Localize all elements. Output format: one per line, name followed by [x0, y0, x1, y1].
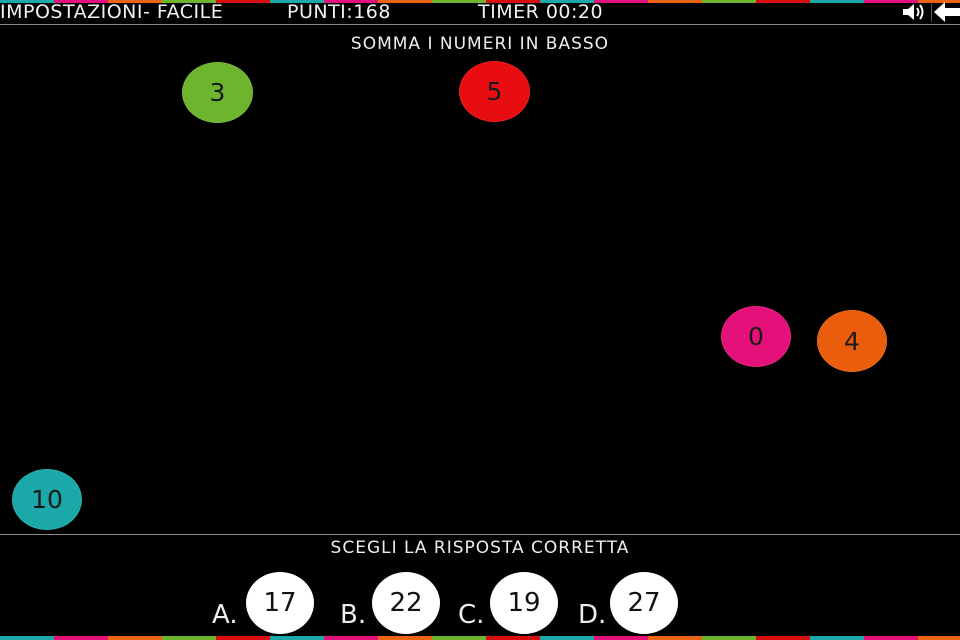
- stripe-segment: [702, 636, 756, 640]
- stripe-segment: [216, 636, 270, 640]
- stripe-segment: [810, 636, 864, 640]
- top-bar: IMPOSTAZIONI- FACILE PUNTI:168 TIMER 00:…: [0, 0, 960, 24]
- number-ball: 0: [721, 306, 791, 367]
- option-letter: C.: [458, 600, 485, 630]
- option-letter: D.: [578, 600, 607, 630]
- stripe-segment: [324, 636, 378, 640]
- speaker-icon: [903, 4, 924, 20]
- answer-options: A. 17 B. 22 C. 19 D. 27: [0, 570, 960, 636]
- stripe-segment: [162, 636, 216, 640]
- settings-difficulty-link[interactable]: IMPOSTAZIONI- FACILE: [0, 1, 223, 23]
- stripe-segment: [918, 636, 960, 640]
- arrow-left-icon: [934, 2, 960, 22]
- option-value: 22: [372, 572, 440, 634]
- number-ball: 3: [182, 62, 253, 123]
- option-value: 27: [610, 572, 678, 634]
- ball-value: 5: [486, 77, 503, 106]
- stripe-segment: [0, 636, 54, 640]
- stripe-segment: [648, 636, 702, 640]
- instruction-text: SOMMA I NUMERI IN BASSO: [350, 34, 610, 54]
- stripe-segment: [432, 636, 486, 640]
- ball-value: 4: [844, 326, 860, 356]
- stripe-segment: [756, 636, 810, 640]
- answers-divider: [0, 534, 960, 535]
- ball-value: 10: [31, 485, 63, 514]
- stripe-segment: [594, 636, 648, 640]
- option-value: 17: [246, 572, 314, 634]
- option-letter: B.: [340, 600, 367, 630]
- answer-option-b[interactable]: B. 22: [340, 570, 444, 636]
- ball-value: 0: [748, 322, 764, 351]
- stripe-segment: [54, 636, 108, 640]
- ball-value: 3: [209, 78, 226, 107]
- header-divider: [0, 24, 960, 25]
- timer-label: TIMER 00:20: [478, 1, 604, 23]
- number-ball: 5: [459, 61, 530, 122]
- sound-toggle-button[interactable]: [902, 2, 928, 22]
- stripe-segment: [540, 636, 594, 640]
- option-letter: A.: [212, 600, 238, 630]
- back-button[interactable]: [934, 2, 960, 22]
- score-label: PUNTI:168: [287, 1, 391, 23]
- number-ball: 10: [12, 469, 82, 530]
- bottom-color-stripe: [0, 636, 960, 640]
- stripe-segment: [108, 636, 162, 640]
- stripe-segment: [486, 636, 540, 640]
- answer-prompt: SCEGLI LA RISPOSTA CORRETTA: [330, 538, 630, 558]
- option-value: 19: [490, 572, 558, 634]
- stripe-segment: [864, 636, 918, 640]
- answer-option-a[interactable]: A. 17: [212, 570, 316, 636]
- stripe-segment: [270, 636, 324, 640]
- stripe-segment: [378, 636, 432, 640]
- answer-option-d[interactable]: D. 27: [578, 570, 682, 636]
- header-separator: [931, 2, 932, 22]
- number-ball: 4: [817, 310, 887, 372]
- answer-option-c[interactable]: C. 19: [458, 570, 562, 636]
